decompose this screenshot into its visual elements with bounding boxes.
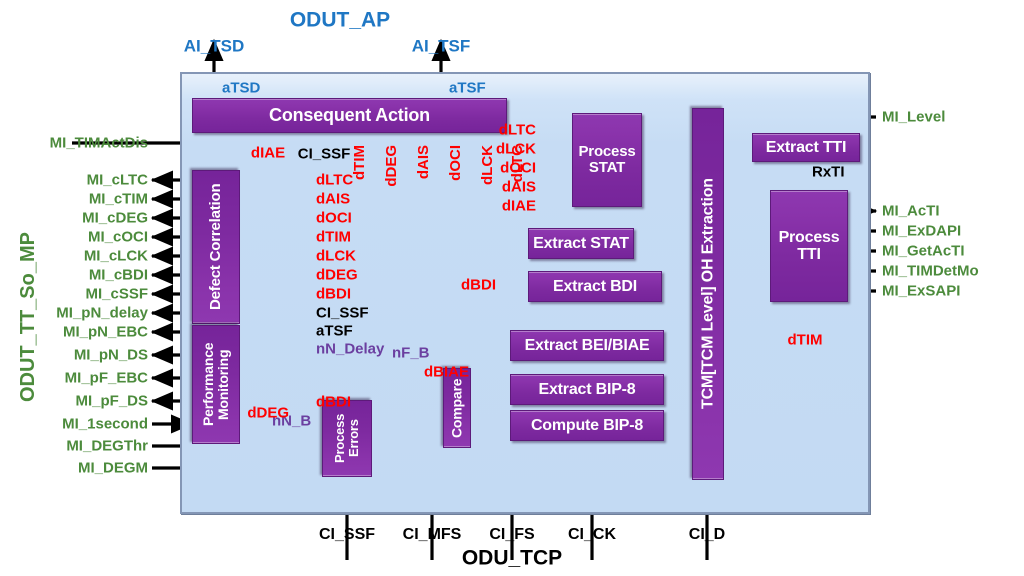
signal-mi-ctim: MI_cTIM (88, 190, 148, 208)
signal-mi-timdetmo: MI_TIMDetMo (882, 262, 979, 280)
signal-mi-cltc: MI_cLTC (86, 171, 148, 189)
signal-ps-diae: dIAE (501, 197, 536, 215)
signal-ci-ck: CI_CK (567, 526, 617, 543)
signal-ddeg-process-errors: dDEG (247, 404, 289, 422)
signal-mi-degthr: MI_DEGThr (66, 437, 148, 455)
signal-ca-dtim: dTIM (351, 145, 368, 180)
signal-dc-doci: dOCI (316, 209, 352, 227)
signal-rxti: RxTI (812, 163, 845, 181)
page-title-left: ODUT_TT_So_MP (17, 232, 39, 403)
signal-ci-ssf-bottom: CI_SSF (318, 526, 376, 543)
signal-mi-cssf: MI_cSSF (85, 285, 148, 303)
signal-mi-pf-ds: MI_pF_DS (75, 392, 148, 410)
signal-ca-dlck: dLCK (479, 145, 496, 185)
signal-mi-1second: MI_1second (62, 415, 148, 433)
signal-mi-cbdi: MI_cBDI (88, 266, 148, 284)
page-title-top: ODUT_AP (289, 8, 391, 32)
signal-dc-dltc: dLTC (316, 171, 354, 189)
box-consequent-action[interactable]: Consequent Action (192, 98, 507, 133)
signal-dc-ci-ssf: CI_SSF (316, 304, 369, 322)
signal-atsd: aTSD (222, 79, 261, 97)
signal-mi-exsapi: MI_ExSAPI (882, 282, 961, 300)
signal-mi-pf-ebc: MI_pF_EBC (64, 369, 148, 387)
signal-ai-tsd: AI_TSD (183, 36, 245, 56)
signal-pm-dbdi: dBDI (316, 393, 351, 411)
signal-mi-coci: MI_cOCI (87, 228, 148, 246)
box-extract-bei-biae[interactable]: Extract BEI/BIAE (510, 330, 664, 361)
signal-ci-d: CI_D (688, 526, 726, 543)
signal-pm-nf-b: nF_B (392, 344, 430, 362)
signal-ps-dais: dAIS (501, 178, 536, 196)
signal-ai-tsf: AI_TSF (411, 36, 471, 56)
box-process-errors[interactable]: Process Errors (322, 400, 372, 477)
signal-pm-nn-delay: nN_Delay (316, 340, 385, 358)
signal-mi-degm: MI_DEGM (77, 459, 148, 477)
signal-atsf-top: aTSF (449, 79, 486, 97)
box-performance-monitoring[interactable]: Performance Monitoring (192, 325, 240, 444)
box-extract-stat[interactable]: Extract STAT (528, 228, 634, 259)
signal-dc-ddeg: dDEG (316, 266, 358, 284)
signal-ps-dltc: dLTC (498, 121, 536, 139)
box-extract-bip8[interactable]: Extract BIP-8 (510, 374, 664, 405)
box-process-stat[interactable]: Process STAT (572, 113, 642, 207)
diagram-canvas: ODUT_AP ODU_TCP ODUT_TT_So_MP Consequent… (0, 0, 1024, 576)
signal-ca-doci: dOCI (447, 145, 464, 181)
signal-mi-pn-ds: MI_pN_DS (73, 346, 148, 364)
signal-ca-dais: dAIS (415, 145, 432, 180)
signal-dc-dlck: dLCK (316, 247, 356, 265)
signal-dc-dbdi: dBDI (316, 285, 351, 303)
signal-mi-pn-delay: MI_pN_delay (56, 304, 148, 322)
signal-ca-ddeg: dDEG (383, 145, 400, 187)
signal-mi-acti: MI_AcTI (882, 202, 940, 220)
signal-ps-dlck: dLCK (496, 140, 536, 158)
signal-ci-mfs: CI_MFS (402, 526, 462, 543)
box-defect-correlation[interactable]: Defect Correlation (192, 170, 240, 324)
box-process-stat-label: Process STAT (578, 142, 636, 176)
page-title-bottom: ODU_TCP (461, 546, 563, 570)
signal-ca-ci-ssf: CI_SSF (297, 145, 351, 163)
signal-pm-atsf: aTSF (316, 322, 353, 340)
signal-dc-dtim: dTIM (316, 228, 351, 246)
signal-pm-dbiae: dBIAE (424, 363, 469, 381)
signal-dtim-process-tti: dTIM (787, 331, 823, 349)
signal-mi-timactdis: MI_TIMActDis (49, 134, 148, 152)
box-tcm-oh-extraction[interactable]: TCM[TCM Level] OH Extraction (692, 108, 724, 480)
signal-ps-doci: dOCI (500, 159, 536, 177)
box-process-tti[interactable]: Process TTI (770, 190, 848, 302)
signal-mi-pn-ebc: MI_pN_EBC (62, 323, 148, 341)
signal-mi-clck: MI_cLCK (83, 247, 148, 265)
box-compute-bip8[interactable]: Compute BIP-8 (510, 410, 664, 441)
box-extract-bdi[interactable]: Extract BDI (528, 271, 662, 302)
signal-ci-fs: CI_FS (489, 526, 535, 543)
signal-dc-dais: dAIS (316, 190, 351, 208)
signal-mi-level: MI_Level (882, 108, 946, 126)
signal-dbdi-extract: dBDI (461, 276, 496, 294)
signal-ca-diae: dIAE (250, 144, 286, 162)
box-process-tti-label: Process TTI (778, 228, 840, 263)
signal-mi-getacti: MI_GetAcTI (882, 242, 965, 260)
signal-mi-exdapi: MI_ExDAPI (882, 222, 962, 240)
signal-mi-cdeg: MI_cDEG (82, 209, 148, 227)
box-extract-tti[interactable]: Extract TTI (752, 133, 860, 162)
